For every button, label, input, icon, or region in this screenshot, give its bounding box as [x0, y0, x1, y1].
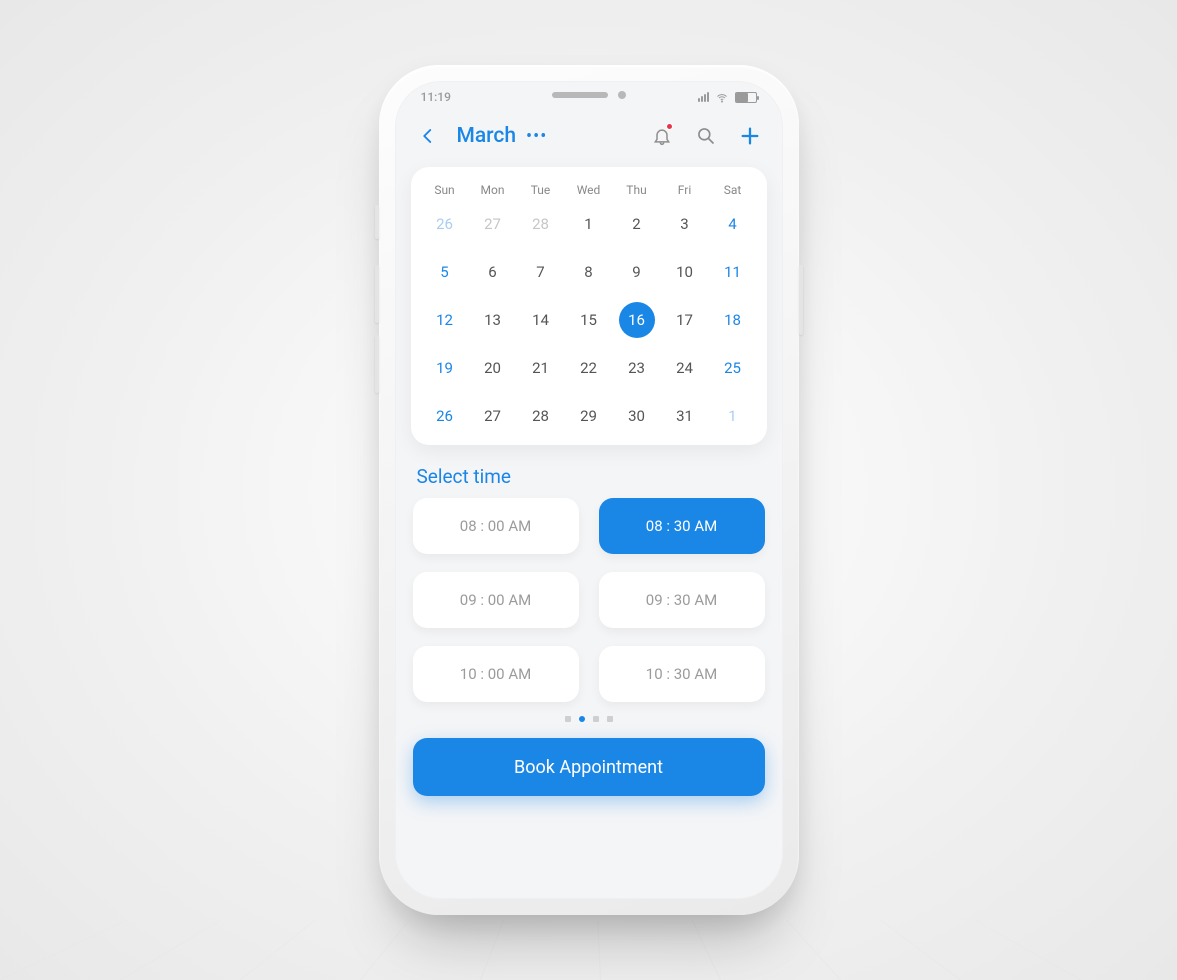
calendar-day[interactable]: 3	[661, 205, 709, 243]
calendar-day[interactable]: 31	[661, 397, 709, 435]
top-bar: March •••	[395, 113, 783, 161]
time-slot[interactable]: 10 : 00 AM	[413, 646, 579, 702]
calendar-day[interactable]: 27	[469, 397, 517, 435]
status-time: 11:19	[421, 90, 451, 104]
calendar-day[interactable]: 14	[517, 301, 565, 339]
time-slot[interactable]: 09 : 30 AM	[599, 572, 765, 628]
calendar-day[interactable]: 19	[421, 349, 469, 387]
weekday-label: Fri	[661, 183, 709, 197]
weekday-label: Sat	[709, 183, 757, 197]
calendar-day[interactable]: 26	[421, 205, 469, 243]
notification-badge	[666, 123, 673, 130]
calendar-day[interactable]: 8	[565, 253, 613, 291]
screen: 11:19 March •••	[395, 81, 783, 899]
calendar-day[interactable]: 28	[517, 397, 565, 435]
calendar-day[interactable]: 25	[709, 349, 757, 387]
calendar-day[interactable]: 7	[517, 253, 565, 291]
camera-dot	[618, 91, 626, 99]
month-title[interactable]: March	[457, 124, 517, 148]
calendar-day[interactable]: 12	[421, 301, 469, 339]
notch	[552, 91, 626, 99]
calendar-card: SunMonTueWedThuFriSat 262728123456789101…	[411, 167, 767, 445]
calendar-day[interactable]: 5	[421, 253, 469, 291]
calendar-day[interactable]: 29	[565, 397, 613, 435]
weekday-header: SunMonTueWedThuFriSat	[421, 183, 757, 197]
calendar-day[interactable]: 30	[613, 397, 661, 435]
pager-dot[interactable]	[579, 716, 585, 722]
select-time-label: Select time	[395, 445, 783, 498]
calendar-day[interactable]: 2	[613, 205, 661, 243]
calendar-day[interactable]: 28	[517, 205, 565, 243]
side-button	[375, 265, 379, 323]
calendar-day[interactable]: 6	[469, 253, 517, 291]
phone-frame: 11:19 March •••	[379, 65, 799, 915]
side-button	[375, 205, 379, 239]
calendar-day[interactable]: 20	[469, 349, 517, 387]
calendar-day[interactable]: 4	[709, 205, 757, 243]
wifi-icon	[715, 92, 729, 102]
pager-dot[interactable]	[607, 716, 613, 722]
back-button[interactable]	[413, 121, 443, 151]
time-slot-grid: 08 : 00 AM 08 : 30 AM 09 : 00 AM 09 : 30 AM…	[395, 498, 783, 702]
status-bar: 11:19	[395, 81, 783, 113]
weekday-label: Sun	[421, 183, 469, 197]
pager-dot[interactable]	[565, 716, 571, 722]
calendar-day[interactable]: 22	[565, 349, 613, 387]
calendar-day[interactable]: 1	[565, 205, 613, 243]
speaker	[552, 92, 608, 98]
time-slot[interactable]: 08 : 30 AM	[599, 498, 765, 554]
calendar-day[interactable]: 24	[661, 349, 709, 387]
book-appointment-button[interactable]: Book Appointment	[413, 738, 765, 796]
calendar-grid: 2627281234567891011121314151617181920212…	[421, 205, 757, 435]
time-slot[interactable]: 10 : 30 AM	[599, 646, 765, 702]
side-button	[799, 265, 803, 335]
calendar-day[interactable]: 17	[661, 301, 709, 339]
calendar-day[interactable]: 11	[709, 253, 757, 291]
calendar-day[interactable]: 1	[709, 397, 757, 435]
calendar-day[interactable]: 23	[613, 349, 661, 387]
more-menu-icon[interactable]: •••	[526, 126, 547, 147]
calendar-day[interactable]: 16	[613, 301, 661, 339]
calendar-day[interactable]: 15	[565, 301, 613, 339]
time-slot[interactable]: 09 : 00 AM	[413, 572, 579, 628]
weekday-label: Thu	[613, 183, 661, 197]
weekday-label: Mon	[469, 183, 517, 197]
weekday-label: Wed	[565, 183, 613, 197]
calendar-day[interactable]: 27	[469, 205, 517, 243]
calendar-day[interactable]: 13	[469, 301, 517, 339]
side-button	[375, 335, 379, 393]
weekday-label: Tue	[517, 183, 565, 197]
calendar-day[interactable]: 18	[709, 301, 757, 339]
pager-dot[interactable]	[593, 716, 599, 722]
pagination-dots	[395, 702, 783, 730]
time-slot[interactable]: 08 : 00 AM	[413, 498, 579, 554]
calendar-day[interactable]: 10	[661, 253, 709, 291]
notifications-button[interactable]	[647, 121, 677, 151]
calendar-day[interactable]: 26	[421, 397, 469, 435]
add-button[interactable]	[735, 121, 765, 151]
calendar-day[interactable]: 21	[517, 349, 565, 387]
signal-icon	[698, 92, 709, 102]
search-button[interactable]	[691, 121, 721, 151]
status-icons	[698, 92, 757, 103]
battery-icon	[735, 92, 757, 103]
calendar-day[interactable]: 9	[613, 253, 661, 291]
